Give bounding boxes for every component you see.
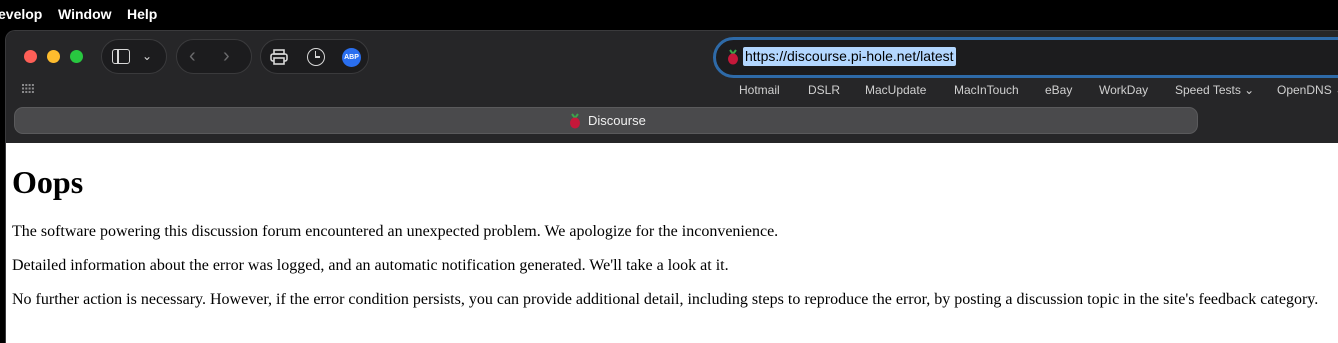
print-icon[interactable] [270,49,288,65]
chevron-left-icon[interactable]: ‹ [189,45,196,68]
logging-notice: Detailed information about the error was… [12,257,729,274]
minimize-window-button[interactable] [47,50,60,63]
menu-help[interactable]: Help [127,6,157,22]
bookmark-hotmail[interactable]: Hotmail [739,83,780,97]
raspberry-icon [728,49,738,65]
browser-toolbar: ⌄ ‹ › ABP https://discourse.pi-hole.net/… [6,31,1338,143]
toolbar-extensions-group: ABP [260,39,369,74]
bookmark-ebay[interactable]: eBay [1045,83,1072,97]
menu-window[interactable]: Window [58,6,112,22]
sidebar-icon[interactable] [112,49,130,64]
clock-icon[interactable] [307,48,325,66]
tab-title: Discourse [588,113,646,128]
bookmark-speed-tests[interactable]: Speed Tests ⌄ [1175,83,1254,97]
address-bar[interactable]: https://discourse.pi-hole.net/latest [713,37,1338,78]
tab-discourse[interactable]: Discourse [14,107,1198,134]
chevron-right-icon[interactable]: › [223,45,230,68]
raspberry-icon [570,113,580,129]
bookmark-workday[interactable]: WorkDay [1099,83,1148,97]
abp-icon[interactable]: ABP [342,48,361,67]
zoom-window-button[interactable] [70,50,83,63]
error-message: The software powering this discussion fo… [12,223,779,240]
close-window-button[interactable] [24,50,37,63]
bookmark-dslr[interactable]: DSLR [808,83,840,97]
bookmark-macintouch[interactable]: MacInTouch [954,83,1019,97]
bookmark-macupdate[interactable]: MacUpdate [865,83,926,97]
url-text[interactable]: https://discourse.pi-hole.net/latest [743,47,956,66]
menu-bar: evelop Window Help [0,0,1338,29]
chevron-down-icon[interactable]: ⌄ [142,49,152,63]
page-title: Oops [12,164,84,200]
further-action-notice: No further action is necessary. However,… [12,291,1319,308]
grid-icon[interactable] [22,84,34,93]
menu-develop[interactable]: evelop [0,6,42,22]
bookmark-opendns[interactable]: OpenDNS ⌄ [1277,83,1338,97]
navigation-group: ‹ › [176,39,252,74]
page-content: Oops The software powering this discussi… [6,143,1338,343]
sidebar-toggle-group: ⌄ [101,39,167,74]
